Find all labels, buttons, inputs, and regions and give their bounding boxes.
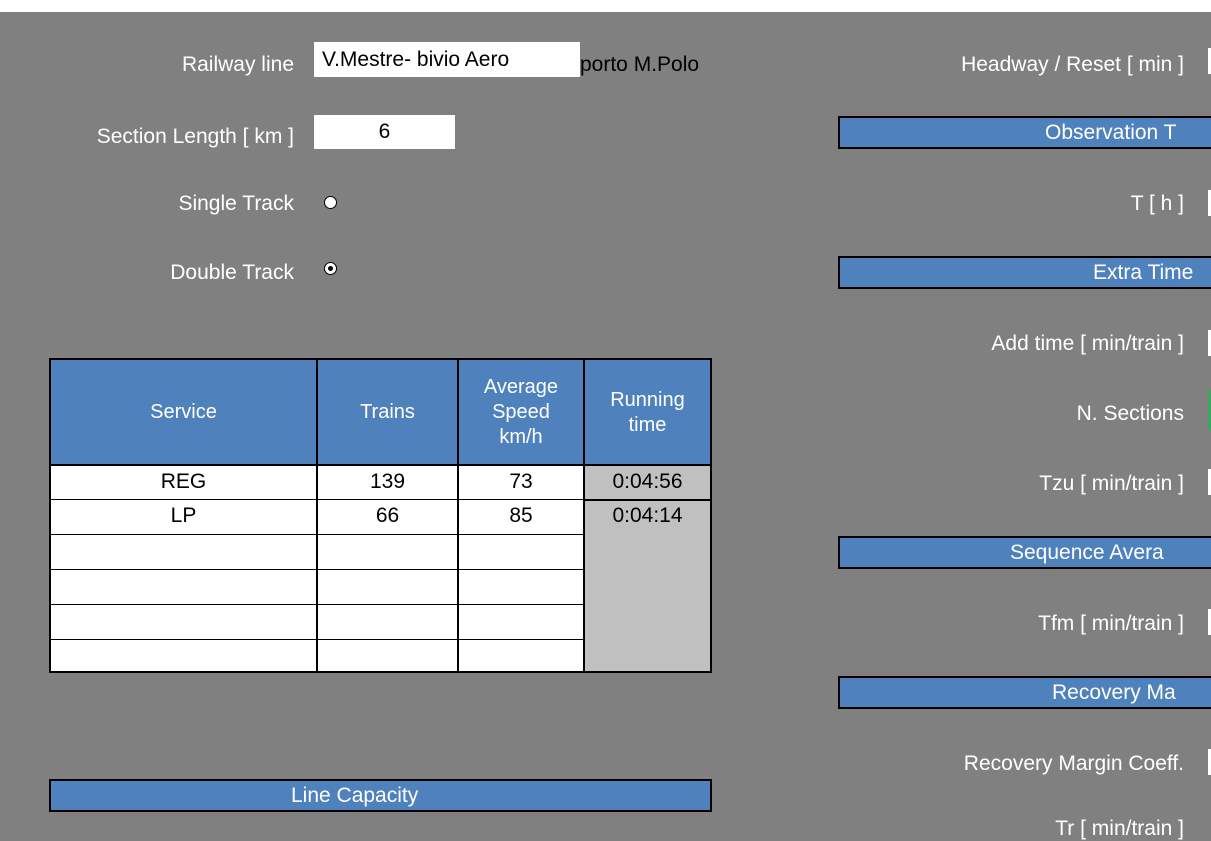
table-cell-trains[interactable]: 66	[318, 500, 457, 532]
table-cell-service[interactable]: REG	[51, 466, 316, 498]
single-track-label: Single Track	[178, 192, 294, 215]
top-strip	[0, 0, 1211, 12]
double-track-label: Double Track	[170, 261, 294, 284]
extra-time-header: Extra Time	[838, 256, 1211, 289]
line-capacity-label: Line Capacity	[291, 784, 419, 807]
recovery-coeff-label: Recovery Margin Coeff.	[963, 752, 1184, 775]
recovery-margin-header: Recovery Ma	[838, 676, 1211, 709]
table-cell-service[interactable]: LP	[51, 500, 316, 532]
extra-time-header-label: Extra Time	[1093, 261, 1194, 284]
section-length-label: Section Length [ km ]	[96, 125, 294, 148]
recovery-margin-header-label: Recovery Ma	[1052, 681, 1176, 704]
tzu-label: Tzu [ min/train ]	[1039, 472, 1184, 495]
line-capacity-header: Line Capacity	[49, 779, 712, 812]
railway-line-label: Railway line	[181, 53, 294, 76]
n-sections-label: N. Sections	[1076, 402, 1184, 425]
header-running-time: Running time	[610, 388, 685, 436]
sequence-average-header: Sequence Avera	[838, 536, 1211, 569]
header-average-speed: Average Speed km/h	[483, 376, 559, 448]
header-service: Service	[150, 401, 217, 423]
double-track-radio[interactable]	[324, 262, 337, 275]
table-cell-speed[interactable]: 85	[459, 500, 583, 532]
add-time-label: Add time [ min/train ]	[991, 332, 1184, 355]
tfm-label: Tfm [ min/train ]	[1038, 612, 1184, 635]
table-cell-running-time: 0:04:56	[612, 470, 683, 493]
t-hours-label: T [ h ]	[1130, 192, 1184, 215]
table-cell-running-time: 0:04:14	[612, 504, 683, 527]
sequence-average-header-label: Sequence Avera	[1010, 541, 1164, 564]
table-cell-speed[interactable]: 73	[459, 466, 583, 498]
observation-header-label: Observation T	[1045, 121, 1177, 144]
railway-line-value-part1: V.Mestre- bivio Aero	[322, 48, 510, 71]
section-length-input[interactable]: 6	[314, 115, 455, 149]
single-track-radio[interactable]	[324, 196, 337, 209]
railway-line-field[interactable]: V.Mestre- bivio Aero	[314, 42, 580, 77]
table-cell-trains[interactable]: 139	[318, 466, 457, 498]
railway-line-value-overflow: porto M.Polo	[580, 53, 700, 76]
observation-header: Observation T	[838, 116, 1211, 149]
service-table: Service Trains Average Speed km/h Runnin…	[49, 358, 712, 673]
header-trains: Trains	[360, 401, 415, 423]
tr-label: Tr [ min/train ]	[1055, 817, 1184, 840]
headway-label: Headway / Reset [ min ]	[961, 53, 1184, 76]
